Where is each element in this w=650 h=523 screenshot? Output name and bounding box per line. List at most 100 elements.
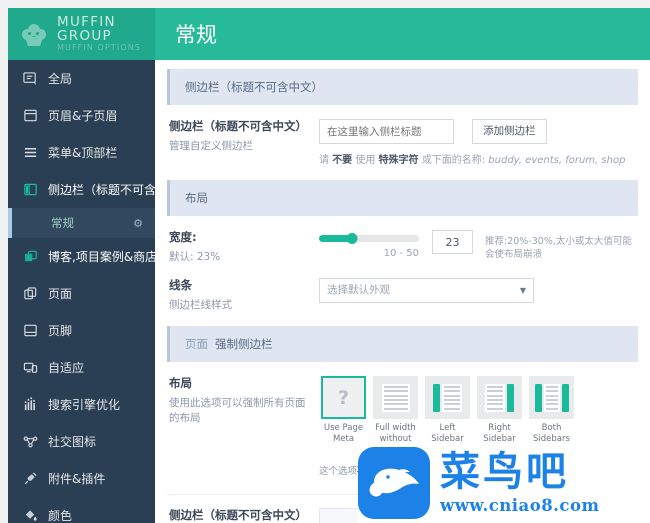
border-style-select[interactable]: 选择默认外观 ▼ (319, 278, 534, 304)
width-slider-track[interactable] (319, 233, 419, 244)
app-root: MUFFIN GROUP MUFFIN OPTIONS 常规 全局 页眉&子页眉 (0, 0, 650, 523)
section-header-muted-label: 页面 (185, 337, 208, 352)
width-recommendation-note: 推荐:20%-30%,太小或太大值可能会使布局崩溃 (485, 236, 632, 261)
left-sidebar-thumb (425, 376, 470, 420)
sidebar-item-label: 页眉&子页眉 (48, 109, 118, 123)
layout-note-pre: 这个选项 (319, 466, 358, 478)
footer-layout-icon (22, 322, 39, 339)
sidebar-item-label: 搜索引擎优化 (48, 398, 121, 412)
section-header-sidebar: 侧边栏（标题不可含中文） (167, 69, 638, 105)
field-label: 布局 (169, 376, 192, 391)
section-header-label: 强制侧边栏 (215, 337, 273, 352)
hint-mid-2: 或下面的名称: (418, 155, 489, 166)
sidebar-item-label: 社交图标 (48, 435, 97, 449)
field-label: 线条 (169, 278, 192, 293)
pages-stack-icon (22, 285, 39, 302)
section-header-label: 侧边栏（标题不可含中文） (185, 80, 323, 94)
sidebar-subitem-general[interactable]: 常规 ⚙ (8, 208, 155, 238)
sidebar-title-input[interactable] (319, 119, 454, 144)
field-control-block: 选择默认外观 ▼ (319, 278, 638, 312)
sidebar-item-colors[interactable]: 颜色 (8, 497, 155, 523)
width-slider-row: 10 - 50 推荐:20%-30%,太小或太大值可能会使布局崩溃 (319, 230, 638, 264)
sidebar-item-seo[interactable]: 搜索引擎优化 (8, 386, 155, 423)
watermark-url: www.cniao8.com (440, 495, 600, 515)
layout-option-caption: Both Sidebars (533, 423, 570, 445)
watermark-text-block: 菜鸟吧 www.cniao8.com (440, 452, 599, 515)
sidebar-item-label: 博客,项目案例&商店 (48, 250, 155, 264)
question-mark-thumb: ? (321, 376, 366, 420)
left-gutter (0, 0, 8, 523)
sidebar-item-global[interactable]: 全局 (8, 60, 155, 97)
sidebar-nav[interactable]: 全局 页眉&子页眉 菜单&顶部栏 侧边栏（标题不可含 常规 ⚙ 博客,项目案例&… (8, 60, 155, 523)
header-layout-icon (22, 107, 39, 124)
sidebar-item-label: 菜单&顶部栏 (48, 146, 118, 160)
brand-title: MUFFIN GROUP (57, 14, 116, 45)
sidebar-item-social-icons[interactable]: 社交图标 (8, 423, 155, 460)
sidebar-item-menu-topbar[interactable]: 菜单&顶部栏 (8, 134, 155, 171)
add-sidebar-button[interactable]: 添加侧边栏 (472, 119, 547, 144)
responsive-devices-icon (22, 359, 39, 376)
bird-logo-icon (358, 447, 430, 519)
chevron-down-icon: ▼ (519, 286, 526, 296)
gear-icon[interactable]: ⚙ (133, 217, 143, 230)
section-header-layout: 布局 (167, 180, 638, 216)
field-description: 侧边栏线样式 (169, 298, 232, 311)
field-label: 侧边栏（标题不可含中文） (169, 119, 307, 133)
sidebar-item-sidebar[interactable]: 侧边栏（标题不可含中文） (8, 171, 155, 208)
sidebar-item-header-subheader[interactable]: 页眉&子页眉 (8, 97, 155, 134)
layout-option-caption: Right Sidebar (483, 423, 516, 445)
right-sidebar-thumb (477, 376, 522, 420)
sidebar-item-footer[interactable]: 页脚 (8, 312, 155, 349)
brand-text: MUFFIN GROUP MUFFIN OPTIONS (57, 15, 155, 53)
brand-subtitle: MUFFIN OPTIONS (57, 43, 141, 53)
hint-prefix: 请 (319, 155, 333, 166)
field-label-block: 侧边栏（标题不可含中文） 管理自定义侧边栏 (169, 119, 319, 166)
sidebar-item-label: 自适应 (48, 361, 85, 375)
border-style-selected-value: 选择默认外观 (327, 284, 390, 297)
sidebar-item-label: 附件&插件 (48, 472, 106, 486)
sidebar-item-label: 页脚 (48, 324, 73, 338)
muffin-cupcake-icon (20, 20, 48, 48)
both-sidebars-thumb (529, 376, 574, 420)
layout-option-caption: Use Page Meta (323, 423, 364, 445)
sidebar-subitem-label: 常规 (51, 216, 74, 230)
width-slider-knob[interactable] (346, 233, 358, 244)
width-value-input[interactable] (432, 230, 473, 254)
field-label-block: 宽度: 默认: 23% (169, 230, 319, 264)
full-width-thumb (373, 376, 418, 420)
field-label: 宽度: (169, 230, 197, 244)
sidebar-item-label: 颜色 (48, 509, 73, 523)
field-control-block: 添加侧边栏 请 不要 使用 特殊字符 或下面的名称: buddy, events… (319, 119, 638, 166)
section-header-force-sidebar: 页面 强制侧边栏 (167, 326, 638, 363)
menu-bars-icon (22, 144, 39, 161)
plugin-plug-icon (22, 470, 39, 487)
watermark-brand-cn: 菜鸟吧 (440, 448, 569, 495)
hint-bold-special-chars: 特殊字符 (378, 155, 419, 166)
page-title: 常规 (175, 23, 217, 47)
field-row-manage-sidebar: 侧边栏（标题不可含中文） 管理自定义侧边栏 添加侧边栏 请 不要 使用 特殊字符… (167, 119, 638, 166)
sidebar-name-hint: 请 不要 使用 特殊字符 或下面的名称: buddy, events, foru… (319, 151, 638, 166)
field-label-block: 线条 侧边栏线样式 (169, 278, 319, 312)
field-label-block: 布局 使用此选项可以强制所有页面的布局 (169, 376, 319, 479)
hint-bold-dont: 不要 (332, 155, 353, 166)
brand-block[interactable]: MUFFIN GROUP MUFFIN OPTIONS (8, 8, 155, 60)
color-bucket-icon (22, 507, 39, 523)
field-description: 使用此选项可以强制所有页面的布局 (169, 396, 306, 424)
field-label: 侧边栏（标题不可含中文） (169, 507, 307, 522)
sidebar-item-label: 侧边栏（标题不可含中文） (48, 183, 155, 197)
field-row-width: 宽度: 默认: 23% 10 - 50 推荐:20%-30%,太小或太大值可能会… (167, 230, 638, 264)
question-mark-glyph: ? (337, 386, 350, 409)
sidebar-item-attachments-plugins[interactable]: 附件&插件 (8, 460, 155, 497)
layout-option-caption: Left Sidebar (431, 423, 464, 445)
sidebar-item-label: 页面 (48, 287, 73, 301)
sidebar-columns-icon (22, 181, 39, 198)
sidebar-item-label: 全局 (48, 72, 73, 86)
sidebar-item-pages[interactable]: 页面 (8, 275, 155, 312)
hint-mid-1: 使用 (352, 155, 379, 166)
top-header: MUFFIN GROUP MUFFIN OPTIONS 常规 (8, 8, 650, 60)
sidebar-item-responsive[interactable]: 自适应 (8, 349, 155, 386)
sidebar-item-blog-portfolio-shop[interactable]: 博客,项目案例&商店 (8, 238, 155, 275)
width-slider-box: 10 - 50 (319, 230, 419, 259)
top-strip (0, 0, 650, 8)
field-row-border: 线条 侧边栏线样式 选择默认外观 ▼ (167, 278, 638, 312)
